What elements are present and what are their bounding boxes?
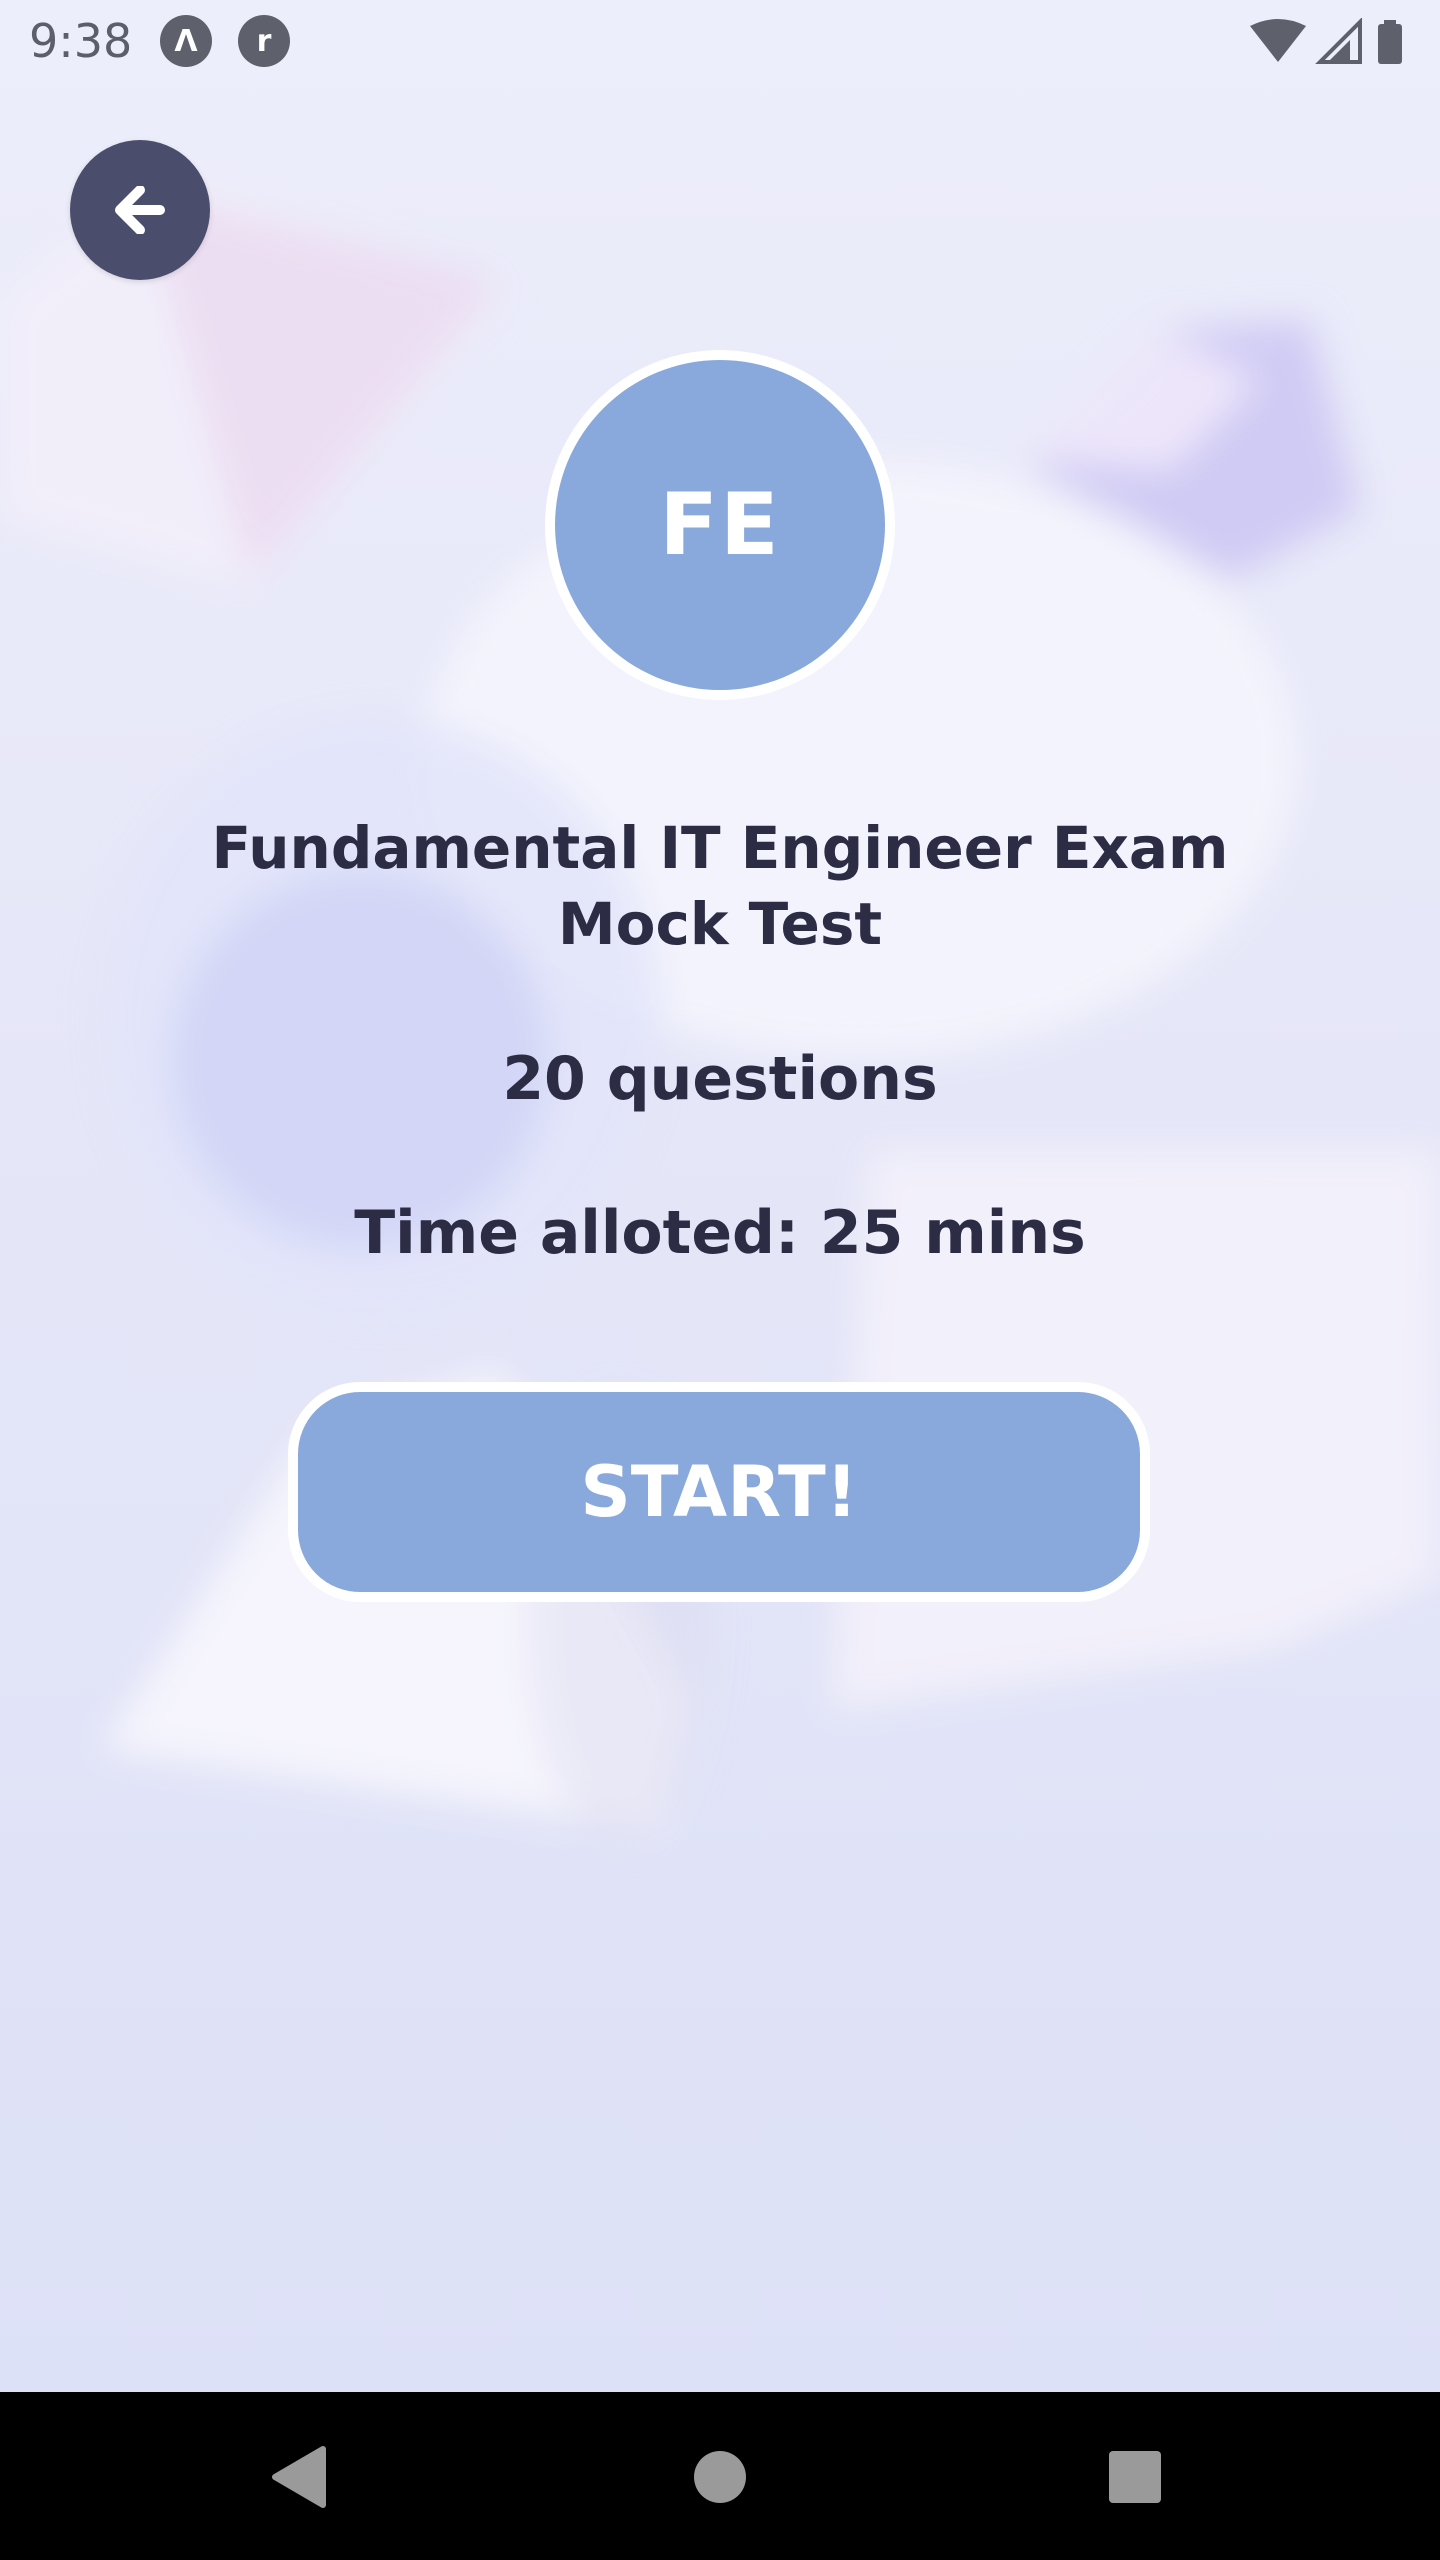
wifi-icon xyxy=(1250,19,1306,62)
battery-icon xyxy=(1378,20,1402,64)
nav-recents-button[interactable] xyxy=(1090,2432,1180,2522)
exam-title: Fundamental IT Engineer Exam Mock Test xyxy=(211,814,1229,958)
cellular-signal-icon xyxy=(1315,17,1362,64)
status-time: 9:38 xyxy=(29,14,133,68)
arrow-left-icon xyxy=(115,186,165,234)
exam-avatar: FE xyxy=(545,350,895,700)
time-allotted: Time alloted: 25 mins xyxy=(354,1198,1086,1268)
app-notification-icon: Λ xyxy=(160,15,212,67)
avatar-initials: FE xyxy=(555,360,885,690)
recents-square-icon xyxy=(1109,2451,1161,2503)
back-triangle-icon xyxy=(272,2446,326,2508)
question-count: 20 questions xyxy=(502,1044,938,1114)
status-bar: 9:38 Λ r xyxy=(0,0,1440,84)
status-icons xyxy=(1250,17,1420,66)
home-circle-icon xyxy=(694,2451,746,2503)
back-button[interactable] xyxy=(70,140,210,280)
app-notification-icon-2: r xyxy=(238,15,290,67)
nav-home-button[interactable] xyxy=(675,2432,765,2522)
start-button[interactable]: START! xyxy=(288,1382,1150,1602)
nav-back-button[interactable] xyxy=(254,2432,344,2522)
